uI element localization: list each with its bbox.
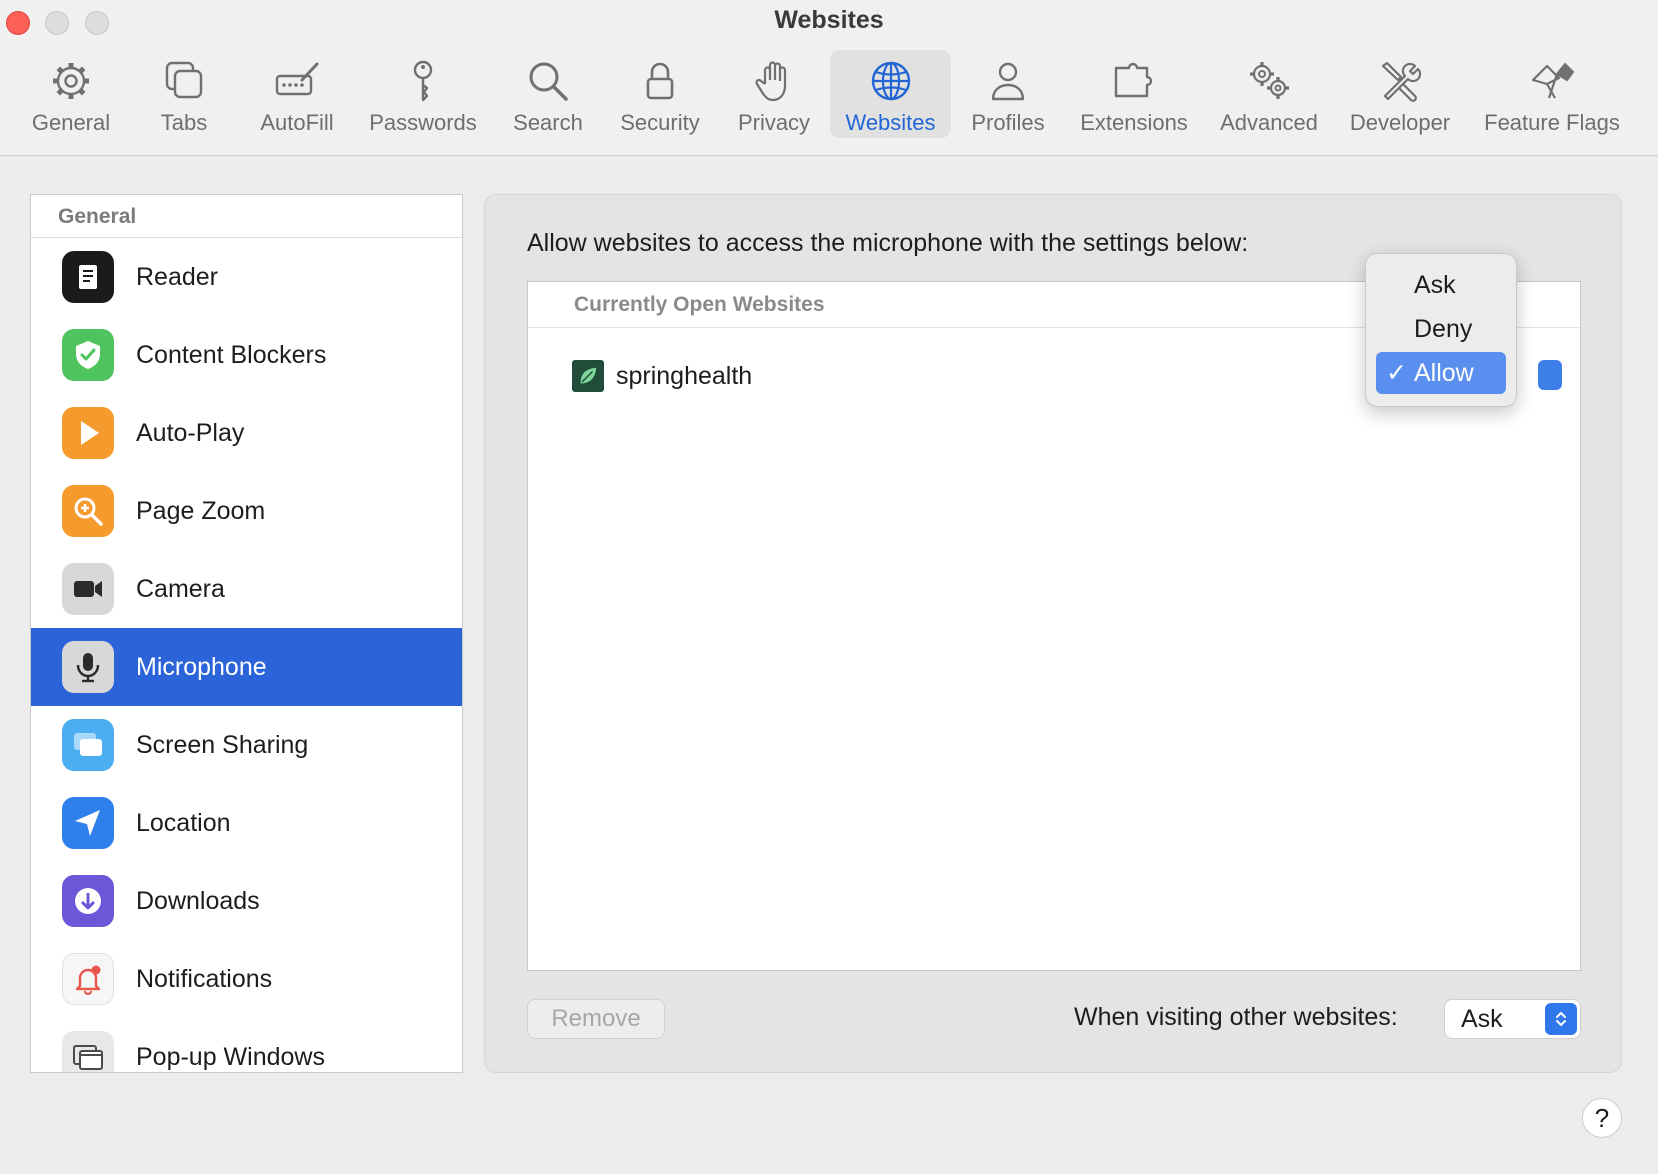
sidebar-item-label: Page Zoom [136, 496, 266, 525]
popup-option-allow[interactable]: ✓ Allow [1376, 352, 1506, 394]
play-icon [62, 407, 114, 459]
panel-description: Allow websites to access the microphone … [527, 229, 1249, 257]
sidebar: General Reader Content Blockers Auto-Pla… [30, 194, 463, 1073]
sidebar-item-label: Content Blockers [136, 340, 327, 369]
person-icon [991, 62, 1025, 101]
download-icon [62, 875, 114, 927]
globe-icon [871, 61, 910, 101]
sidebar-item-label: Downloads [136, 886, 260, 915]
puzzle-icon [1114, 62, 1153, 98]
toolbar-item-label: Developer [1349, 110, 1451, 135]
toolbar-item-privacy[interactable]: Privacy [730, 50, 818, 138]
toolbar-item-label: Extensions [1080, 110, 1188, 135]
other-websites-select[interactable]: Ask [1444, 999, 1581, 1039]
remove-button[interactable]: Remove [527, 999, 665, 1039]
toolbar-item-autofill[interactable]: AutoFill [252, 50, 342, 138]
sidebar-item-label: Microphone [136, 652, 267, 681]
popup-window-icon [62, 1031, 114, 1072]
toolbar-item-security[interactable]: Security [612, 50, 708, 138]
toolbar-item-label: AutoFill [260, 110, 334, 135]
search-icon [529, 62, 568, 101]
toolbar-item-feature-flags[interactable]: Feature Flags [1476, 50, 1628, 138]
other-websites-label: When visiting other websites: [1074, 1003, 1398, 1031]
toolbar-item-label: Profiles [971, 110, 1045, 135]
location-arrow-icon [62, 797, 114, 849]
toolbar-item-label: Passwords [369, 110, 477, 135]
sidebar-item-camera[interactable]: Camera [31, 550, 462, 628]
site-row-springhealth[interactable]: springhealth [572, 360, 752, 392]
shield-check-icon [62, 329, 114, 381]
gear-icon [53, 63, 89, 99]
toolbar-item-advanced[interactable]: Advanced [1214, 50, 1324, 138]
camera-icon [62, 563, 114, 615]
sidebar-item-content-blockers[interactable]: Content Blockers [31, 316, 462, 394]
site-permission-select[interactable] [1538, 360, 1562, 390]
toolbar-item-label: Tabs [160, 110, 208, 135]
sidebar-item-popup-windows[interactable]: Pop-up Windows [31, 1018, 462, 1072]
toolbar-item-label: General [31, 110, 111, 135]
popup-option-label: Ask [1414, 271, 1456, 299]
help-button[interactable]: ? [1582, 1098, 1622, 1138]
toolbar-item-developer[interactable]: Developer [1344, 50, 1456, 138]
toolbar-item-websites[interactable]: Websites [830, 50, 951, 138]
toolbar-item-profiles[interactable]: Profiles [962, 50, 1054, 138]
toolbar-item-label: Search [513, 110, 583, 135]
sidebar-header: General [31, 195, 462, 238]
checkmark-icon: ✓ [1386, 359, 1407, 387]
select-arrows-icon [1545, 1003, 1577, 1035]
toolbar-item-label: Feature Flags [1484, 110, 1620, 135]
window-title: Websites [774, 6, 884, 34]
toolbar-item-search[interactable]: Search [505, 50, 591, 138]
other-websites-value: Ask [1461, 1005, 1503, 1033]
toolbar-item-passwords[interactable]: Passwords [365, 50, 481, 138]
site-name: springhealth [616, 361, 753, 390]
bell-icon [62, 953, 114, 1005]
toolbar-item-label: Privacy [737, 110, 811, 135]
sidebar-item-label: Screen Sharing [136, 730, 309, 759]
permission-popup-menu: Ask Deny ✓ Allow [1365, 253, 1517, 407]
sidebar-item-microphone[interactable]: Microphone [31, 628, 462, 706]
flags-icon [1531, 62, 1575, 99]
toolbar-item-label: Advanced [1220, 110, 1318, 135]
popup-option-label: Deny [1414, 315, 1473, 343]
toolbar-item-general[interactable]: General [25, 50, 117, 138]
sidebar-item-downloads[interactable]: Downloads [31, 862, 462, 940]
tools-icon [1381, 61, 1422, 102]
sidebar-item-label: Notifications [136, 964, 273, 993]
key-icon [413, 60, 433, 102]
autofill-icon [275, 62, 319, 96]
reader-icon [62, 251, 114, 303]
sidebar-item-location[interactable]: Location [31, 784, 462, 862]
microphone-icon [62, 641, 114, 693]
leaf-favicon-icon [572, 360, 604, 392]
sidebar-item-page-zoom[interactable]: Page Zoom [31, 472, 462, 550]
popup-option-ask[interactable]: Ask [1376, 264, 1506, 306]
sidebar-item-label: Camera [136, 574, 225, 603]
sidebar-item-label: Location [136, 808, 231, 837]
sidebar-item-label: Auto-Play [136, 418, 245, 447]
toolbar-item-tabs[interactable]: Tabs [140, 50, 228, 138]
zoom-icon [62, 485, 114, 537]
sidebar-item-screen-sharing[interactable]: Screen Sharing [31, 706, 462, 784]
popup-option-deny[interactable]: Deny [1376, 308, 1506, 350]
toolbar: Websites General Tabs AutoFill Passwords… [0, 0, 1658, 156]
toolbar-item-label: Security [620, 110, 700, 135]
popup-option-label: Allow [1414, 359, 1474, 387]
sidebar-item-reader[interactable]: Reader [31, 238, 462, 316]
tabs-icon [165, 61, 203, 99]
gears-icon [1250, 62, 1289, 99]
hand-icon [755, 61, 787, 102]
screen-sharing-icon [62, 719, 114, 771]
sidebar-item-label: Reader [136, 262, 218, 291]
toolbar-item-extensions[interactable]: Extensions [1074, 50, 1194, 138]
sidebar-item-auto-play[interactable]: Auto-Play [31, 394, 462, 472]
sidebar-item-label: Pop-up Windows [136, 1042, 325, 1071]
sidebar-item-notifications[interactable]: Notifications [31, 940, 462, 1018]
lock-icon [646, 62, 674, 100]
toolbar-item-label: Websites [845, 110, 936, 135]
